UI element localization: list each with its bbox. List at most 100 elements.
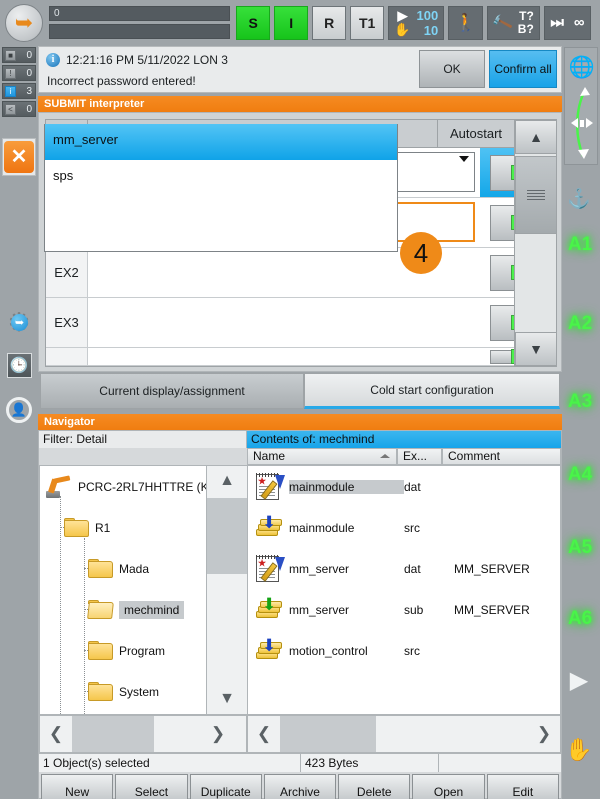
new-button[interactable]: New	[41, 774, 114, 799]
hscroll-thumb[interactable]	[72, 716, 154, 752]
action-button-bar: New Select Duplicate Archive Delete Open…	[39, 772, 561, 799]
scroll-right-icon[interactable]: ❯	[202, 724, 234, 744]
modules-scrollbar[interactable]: ▲ ▼	[514, 120, 557, 366]
file-ext: dat	[404, 561, 421, 576]
confirm-all-button[interactable]: Confirm all	[489, 50, 557, 88]
axis-label-a5[interactable]: A5	[564, 537, 596, 559]
open-button[interactable]: Open	[412, 774, 485, 799]
status-field-top[interactable]: 0	[49, 6, 231, 21]
tree-item-r1[interactable]: R1	[40, 507, 206, 548]
tree-item-mechmind[interactable]: mechmind	[40, 589, 206, 630]
s-indicator[interactable]: S	[236, 5, 271, 40]
module-dropdown-list[interactable]: mm_server sps	[44, 124, 398, 252]
archive-button[interactable]: Archive	[263, 774, 337, 799]
module-dat-icon: ★	[253, 554, 285, 584]
list-item[interactable]: ⬇ mm_server sub MM_SERVER	[248, 589, 560, 630]
main-menu-robot-button[interactable]: ➥	[5, 3, 43, 42]
counter-note-value: 0	[26, 103, 32, 115]
tree-item-r1-label: R1	[95, 520, 111, 535]
scroll-down-icon[interactable]: ▼	[515, 332, 557, 366]
axis-label-a2[interactable]: A2	[564, 313, 596, 335]
row-module-cell[interactable]	[88, 298, 480, 347]
tree-scroll-up-icon[interactable]: ▲	[207, 466, 247, 496]
i-indicator[interactable]: I	[274, 5, 309, 40]
column-header-comment[interactable]: Comment	[442, 448, 561, 465]
axis-label-a1[interactable]: A1	[564, 234, 596, 256]
counter-note[interactable]: < 0	[2, 101, 36, 117]
sort-ascending-icon	[380, 454, 390, 458]
tree-scroll-down-icon[interactable]: ▼	[207, 684, 247, 714]
settings-gear-button[interactable]: ⚙ ➥	[4, 307, 34, 337]
clock-icon: 🕒	[6, 352, 32, 378]
file-ext: src	[404, 520, 420, 535]
info-icon: i	[5, 85, 16, 97]
tree-item-program[interactable]: Program	[40, 630, 206, 671]
scroll-up-icon[interactable]: ▲	[515, 120, 557, 154]
increment-indicator[interactable]: ⏭ ∞	[544, 5, 591, 40]
directory-tree[interactable]: PCRC-2RL7HHTTRE (KR( R1 Mada mechmind	[39, 465, 207, 715]
tree-item-controller[interactable]: PCRC-2RL7HHTTRE (KR(	[40, 466, 206, 507]
list-item[interactable]: ★ mainmodule dat	[248, 466, 560, 507]
r-indicator[interactable]: R	[312, 5, 347, 40]
module-sub-icon: ⬇	[253, 595, 285, 625]
axis-label-a4[interactable]: A4	[564, 464, 596, 486]
axis-label-a3[interactable]: A3	[564, 391, 596, 413]
scroll-right-icon[interactable]: ❯	[528, 724, 560, 744]
counter-warning[interactable]: ! 0	[2, 65, 36, 81]
select-button[interactable]: Select	[115, 774, 188, 799]
base-anchor-icon[interactable]: ⚓	[562, 185, 596, 213]
close-icon: ✕	[4, 141, 34, 173]
table-row-partial[interactable]: ✔	[46, 348, 556, 366]
user-group-button[interactable]: 👤	[4, 395, 34, 425]
list-item[interactable]: ★ mm_server dat MM_SERVER	[248, 548, 560, 589]
list-item[interactable]: ⬇ mainmodule src	[248, 507, 560, 548]
message-counters: ■ 0 ! 0 i 3 < 0	[2, 47, 36, 117]
jog-mode-indicator[interactable]: 🚶	[448, 5, 483, 40]
column-header-ext[interactable]: Ex...	[397, 448, 442, 465]
ok-button[interactable]: OK	[419, 50, 485, 88]
stop-icon: ■	[5, 49, 16, 61]
file-name: mainmodule	[289, 520, 355, 535]
list-item[interactable]: ⬇ motion_control src	[248, 630, 560, 671]
tree-horizontal-scrollbar[interactable]: ❮ ❯	[39, 715, 247, 753]
left-rail: ■ 0 ! 0 i 3 < 0 ✕ ⚙ ➥	[0, 45, 38, 799]
play-icon[interactable]: ▶	[562, 665, 596, 695]
mode-indicator[interactable]: T1	[350, 5, 385, 40]
world-coordinates-icon[interactable]: 🌐	[565, 54, 599, 82]
navigator-filter-label[interactable]: Filter: Detail	[39, 431, 247, 448]
counter-stop[interactable]: ■ 0	[2, 47, 36, 63]
list-horizontal-scrollbar[interactable]: ❮ ❯	[247, 715, 561, 753]
navigator-scrollbars: ❮ ❯ ❮ ❯	[39, 715, 561, 753]
hand-icon: ✋	[394, 22, 411, 37]
delete-button[interactable]: Delete	[338, 774, 411, 799]
hscroll-thumb[interactable]	[280, 716, 376, 752]
table-row[interactable]: EX2 ✔	[46, 248, 556, 298]
tree-item-mada-label: Mada	[119, 561, 150, 576]
tab-current-display-assignment[interactable]: Current display/assignment	[40, 373, 304, 409]
tree-item-mada[interactable]: Mada	[40, 548, 206, 589]
counter-info[interactable]: i 3	[2, 83, 36, 99]
override-indicator[interactable]: ▶ ✋ 100 10	[388, 5, 445, 40]
status-field-bottom[interactable]	[49, 24, 231, 39]
axis-label-a6[interactable]: A6	[564, 608, 596, 630]
table-row[interactable]: EX3 ✔	[46, 298, 556, 348]
hand-icon[interactable]: ✋	[562, 735, 596, 765]
dropdown-option-mm-server[interactable]: mm_server	[45, 124, 397, 160]
duplicate-button[interactable]: Duplicate	[189, 774, 262, 799]
override-program-value: 100	[416, 7, 439, 23]
tree-item-system[interactable]: System	[40, 671, 206, 712]
file-list[interactable]: ★ mainmodule dat ⬇ mainmodule src ★ mm_s…	[247, 465, 561, 715]
clock-button[interactable]: 🕒	[4, 350, 34, 380]
close-panel-button[interactable]: ✕	[2, 138, 36, 176]
row-module-cell[interactable]	[88, 348, 480, 365]
scrollbar-thumb[interactable]	[515, 156, 557, 234]
tool-base-indicator[interactable]: 🔨 T? B?	[486, 5, 541, 40]
column-header-name[interactable]: Name	[247, 448, 397, 465]
scroll-left-icon[interactable]: ❮	[248, 724, 280, 744]
scroll-left-icon[interactable]: ❮	[40, 724, 72, 744]
tree-scrollbar-thumb[interactable]	[207, 498, 247, 574]
dropdown-option-sps[interactable]: sps	[45, 160, 397, 196]
tab-cold-start-configuration[interactable]: Cold start configuration	[304, 373, 560, 409]
tree-scrollbar[interactable]: ▲ ▼	[207, 465, 247, 715]
edit-button[interactable]: Edit	[486, 774, 559, 799]
